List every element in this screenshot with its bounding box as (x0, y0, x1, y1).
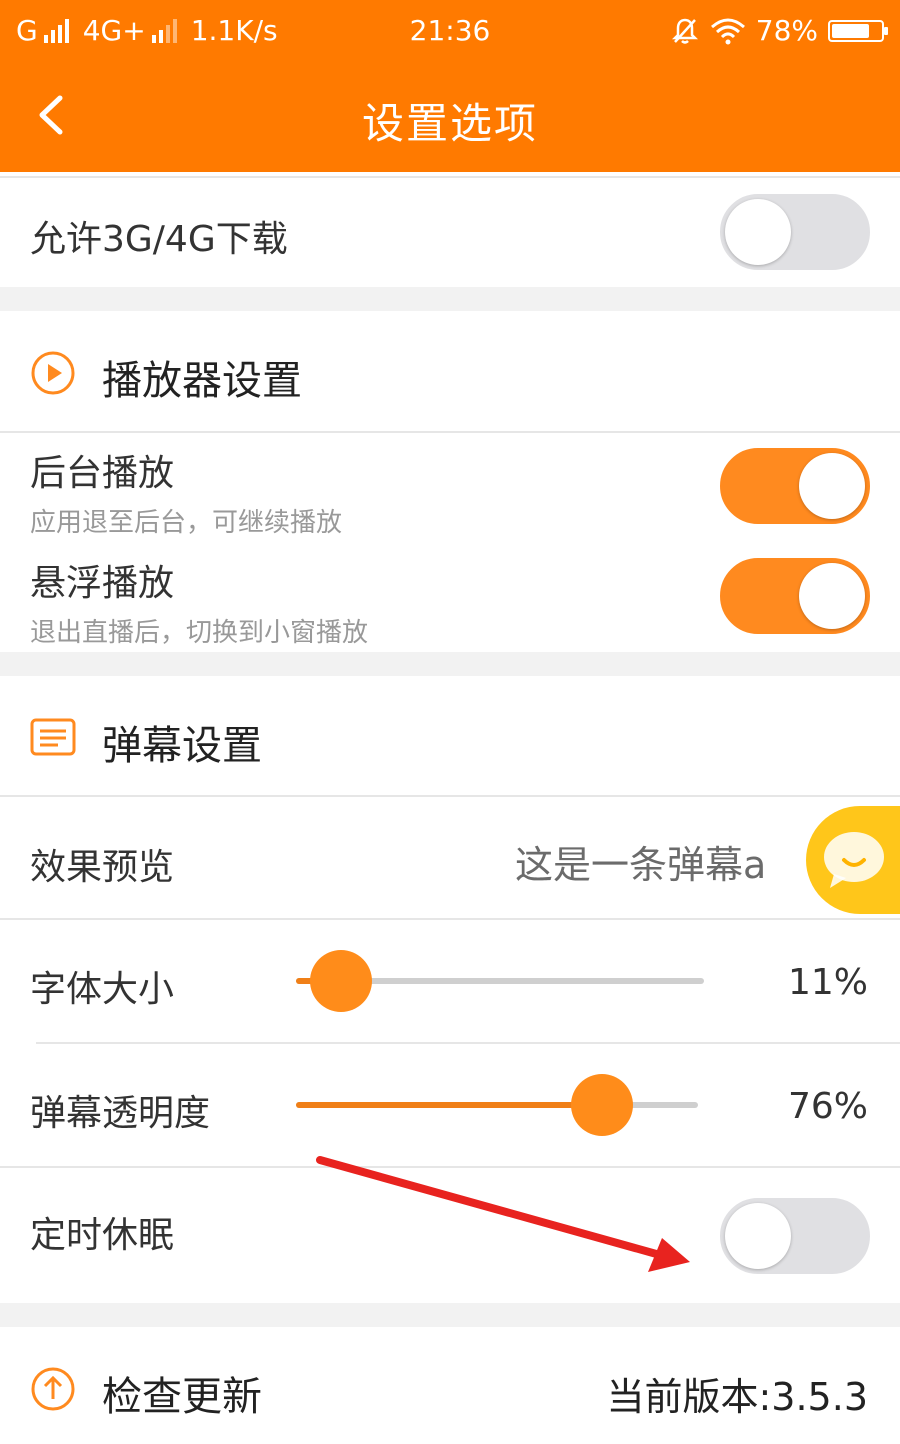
arrow-up-circle-icon (31, 1367, 75, 1411)
current-version: 当前版本:3.5.3 (606, 1375, 869, 1419)
floating-play-description: 退出直播后，切换到小窗播放 (30, 618, 369, 648)
bell-muted-icon (671, 18, 698, 44)
download-label: 允许3G/4G下载 (30, 219, 288, 260)
opacity-slider-thumb[interactable] (570, 1074, 633, 1136)
font-size-label: 字体大小 (30, 969, 175, 1010)
battery-percent: 78% (755, 14, 818, 47)
battery-icon (828, 19, 888, 42)
floating-play-label: 悬浮播放 (30, 563, 175, 604)
section-gap (0, 652, 900, 676)
toggle-knob (799, 453, 865, 519)
divider (0, 176, 900, 178)
danmaku-section-title: 弹幕设置 (102, 723, 262, 769)
sleep-timer-label: 定时休眠 (30, 1215, 175, 1256)
play-circle-icon (31, 351, 75, 395)
preview-label: 效果预览 (30, 847, 175, 888)
divider (0, 1166, 900, 1168)
floating-chat-button[interactable] (806, 806, 900, 914)
font-size-value: 11% (787, 962, 868, 1003)
danmaku-preview-text: 这是一条弹幕a (515, 843, 767, 887)
download-toggle[interactable] (720, 194, 870, 270)
divider (36, 1042, 900, 1044)
wifi-icon (710, 18, 745, 44)
page-title: 设置选项 (361, 99, 538, 148)
section-gap (0, 1303, 900, 1327)
divider (0, 918, 900, 920)
floating-play-toggle[interactable] (720, 558, 870, 634)
player-section-title: 播放器设置 (102, 358, 302, 404)
app-header: 设置选项 (0, 62, 900, 172)
toggle-knob (799, 563, 865, 629)
background-play-toggle[interactable] (720, 448, 870, 524)
check-update-title[interactable]: 检查更新 (102, 1364, 262, 1422)
danmaku-list-icon (30, 718, 76, 756)
font-size-slider-thumb[interactable] (309, 950, 372, 1012)
toggle-knob (725, 1203, 791, 1269)
chat-smile-icon (824, 832, 884, 888)
divider (0, 431, 900, 433)
section-gap (0, 287, 900, 311)
background-play-label: 后台播放 (30, 453, 175, 494)
background-play-description: 应用退至后台，可继续播放 (30, 508, 343, 538)
status-bar: G 4G+ 1.1K/s 21:36 78% (0, 0, 900, 62)
opacity-slider-fill (296, 1102, 602, 1108)
divider (0, 795, 900, 797)
status-right: 78% (670, 14, 888, 47)
toggle-knob (725, 199, 791, 265)
opacity-label: 弹幕透明度 (30, 1093, 211, 1134)
sleep-timer-toggle[interactable] (720, 1198, 870, 1274)
opacity-value: 76% (787, 1086, 868, 1127)
